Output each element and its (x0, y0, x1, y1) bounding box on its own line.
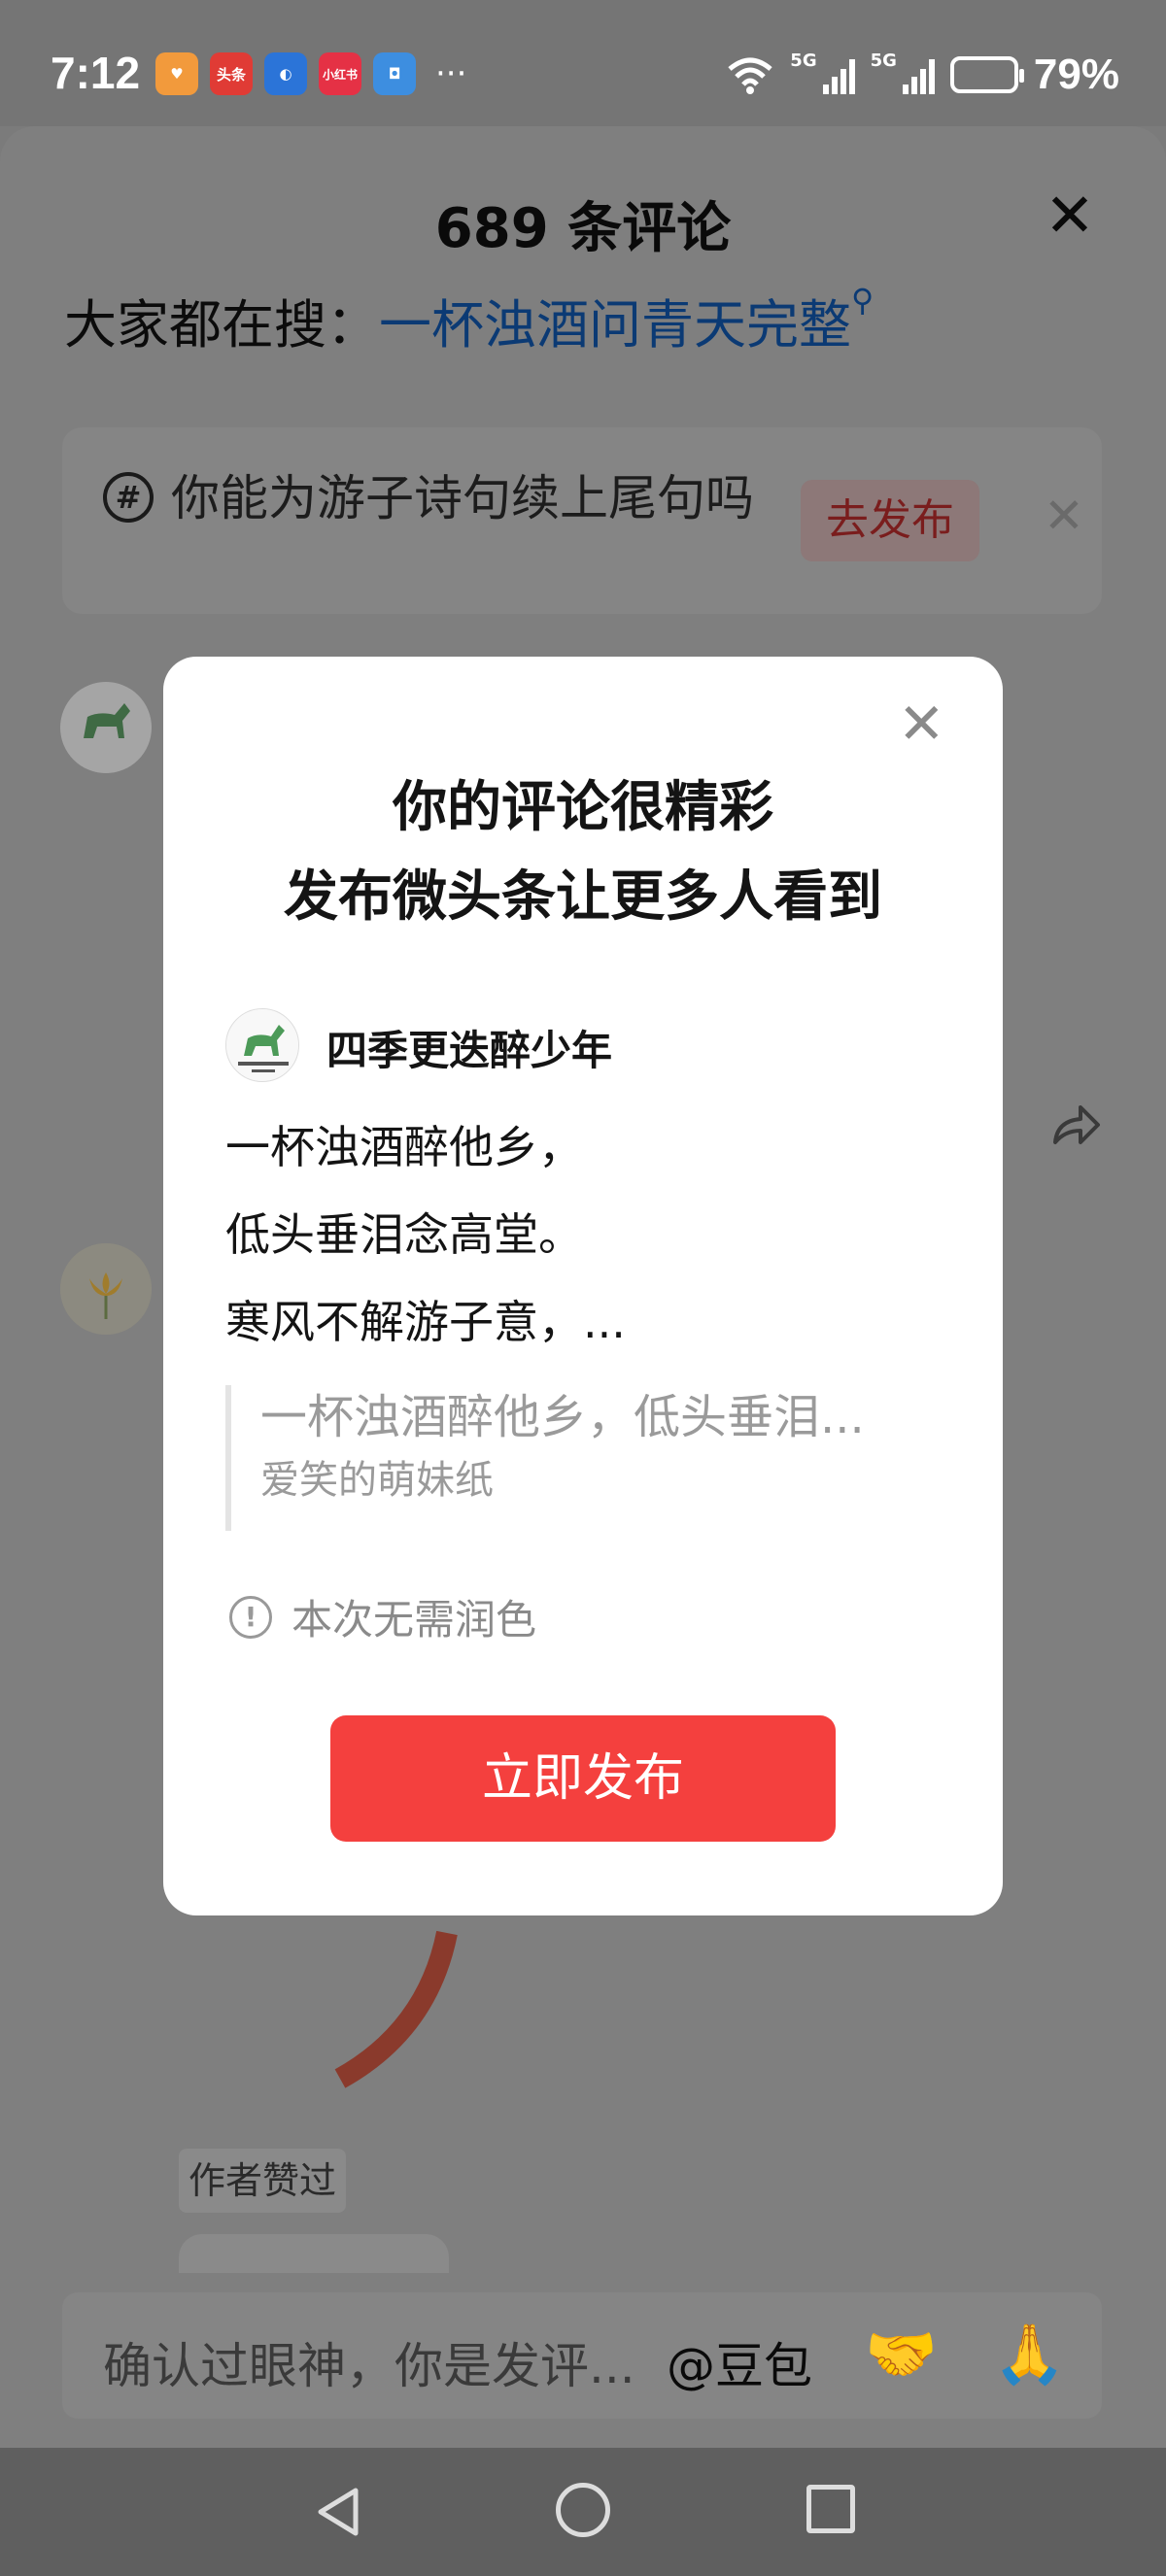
polish-notice: ! 本次无需润色 (229, 1587, 536, 1646)
dialog-title-line1: 你的评论很精彩 (393, 776, 773, 839)
xiaohongshu-app-icon: 小红书 (319, 52, 361, 95)
dialog-close-icon[interactable]: ✕ (898, 695, 945, 752)
share-icon[interactable] (1047, 1098, 1104, 1154)
trending-search[interactable]: 大家都在搜：一杯浊酒问青天完整⚲ (64, 282, 874, 358)
horse-avatar-icon (226, 1009, 298, 1081)
search-icon: ⚲ (851, 282, 874, 319)
security-app-icon: ◘ (373, 52, 416, 95)
comment-line: 低头垂泪念高堂。 (225, 1208, 583, 1261)
topic-publish-button[interactable]: 去发布 (801, 480, 979, 561)
status-bar: 7:12 ♥ 头条 ◐ 小红书 ◘ ··· 5G 5G 79% (0, 0, 1166, 126)
dismiss-topic-icon[interactable]: ✕ (1044, 488, 1084, 544)
battery-icon (949, 56, 1024, 93)
toutiao-app-icon: 头条 (210, 52, 253, 95)
comment-line: 寒风不解游子意，... (225, 1296, 626, 1348)
close-icon[interactable]: ✕ (1045, 186, 1095, 246)
recent-apps-icon[interactable] (806, 2485, 855, 2533)
wifi-icon (728, 57, 772, 94)
info-icon: ! (229, 1595, 272, 1639)
network-type-label: 5G (790, 51, 817, 71)
trending-search-label: 大家都在搜： (64, 294, 379, 356)
username: 四季更迭醉少年 (326, 1027, 613, 1074)
comment-line: 一杯浊酒醉他乡， (225, 1121, 583, 1173)
topic-card: # 你能为游子诗句续上尾句吗 去发布 ✕ (62, 427, 1102, 614)
publish-now-button[interactable]: 立即发布 (330, 1715, 836, 1842)
signal-icon-2 (902, 55, 935, 94)
handshake-emoji-icon[interactable]: 🤝 (865, 2320, 938, 2389)
topic-text: 你能为游子诗句续上尾句吗 (171, 470, 754, 526)
quoted-author: 爱笑的萌妹纸 (260, 1458, 494, 1503)
back-icon[interactable] (311, 2483, 369, 2541)
comment-input-bar[interactable]: 确认过眼神，你是发评... @豆包 🤝 🙏 (62, 2292, 1102, 2419)
dialog-title-line2: 发布微头条让更多人看到 (284, 865, 882, 929)
comments-title: 689 条评论 (434, 197, 732, 260)
browser-app-icon: ◐ (264, 52, 307, 95)
quoted-comment: 一杯浊酒醉他乡，低头垂泪... 爱笑的萌妹纸 (225, 1385, 944, 1531)
home-icon[interactable] (556, 2483, 610, 2537)
pray-emoji-icon[interactable]: 🙏 (993, 2320, 1066, 2389)
avatar[interactable] (60, 1243, 152, 1335)
notification-icons: ♥ 头条 ◐ 小红书 ◘ ··· (155, 52, 466, 95)
more-notifications-icon: ··· (435, 54, 467, 93)
horse-avatar-icon (60, 682, 152, 773)
replies-toggle[interactable] (179, 2234, 449, 2273)
author-liked-badge: 作者赞过 (179, 2149, 346, 2213)
comment-text: 一杯浊酒醉他乡， 低头垂泪念高堂。 寒风不解游子意，... (225, 1103, 626, 1366)
comment-image-lantern (334, 1875, 480, 2088)
dialog-title: 你的评论很精彩 发布微头条让更多人看到 (163, 763, 1003, 942)
system-nav-bar (0, 2448, 1166, 2576)
publish-dialog: ✕ 你的评论很精彩 发布微头条让更多人看到 四季更迭醉少年 一杯浊酒醉他乡， 低… (163, 657, 1003, 1915)
status-time: 7:12 (51, 48, 141, 98)
avatar (225, 1008, 299, 1082)
network-type-label-2: 5G (870, 51, 897, 71)
comment-input-placeholder[interactable]: 确认过眼神，你是发评... (103, 2327, 635, 2397)
notice-text: 本次无需润色 (292, 1596, 537, 1644)
signal-icon (822, 55, 855, 94)
trending-search-keyword[interactable]: 一杯浊酒问青天完整 (379, 294, 851, 356)
avatar[interactable] (60, 682, 152, 773)
mention-doubao[interactable]: @豆包 (667, 2327, 812, 2397)
flower-avatar-icon (60, 1243, 152, 1335)
status-right: 5G 5G 79% (726, 51, 1119, 99)
heart-app-icon: ♥ (155, 52, 198, 95)
battery-percent: 79% (1033, 51, 1119, 98)
quoted-text: 一杯浊酒醉他乡，低头垂泪... (260, 1390, 865, 1444)
